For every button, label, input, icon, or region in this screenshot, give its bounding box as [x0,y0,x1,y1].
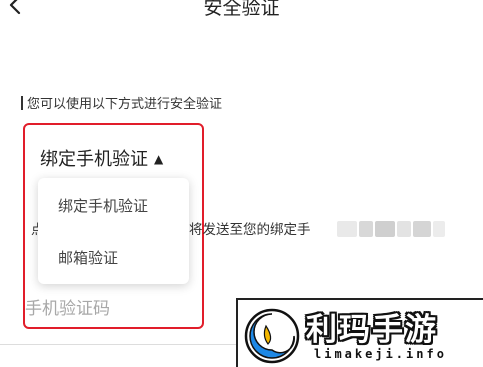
verification-method-select[interactable]: 绑定手机验证 ▲ [40,145,163,171]
watermark: 利玛手游 limakeji.info [236,298,483,367]
blurred-phone-number [337,219,445,241]
method-select-value: 绑定手机验证 [40,149,148,170]
section-hint-text: 您可以使用以下方式进行安全验证 [27,97,223,112]
page-title: 安全验证 [203,0,280,19]
verification-code-input[interactable] [25,294,205,324]
caret-up-icon: ▲ [154,152,164,166]
section-hint: 您可以使用以下方式进行安全验证 [21,96,222,113]
dropdown-item-email[interactable]: 邮箱验证 [58,247,118,268]
watermark-url: limakeji.info [314,347,447,361]
hint-bar [21,96,23,110]
watermark-logo [244,308,300,364]
watermark-brand: 利玛手游 [306,312,438,348]
send-hint-text: 将发送至您的绑定手 [189,222,311,238]
dropdown-item-phone[interactable]: 绑定手机验证 [58,195,148,216]
verification-method-dropdown: 绑定手机验证 邮箱验证 [38,178,189,284]
